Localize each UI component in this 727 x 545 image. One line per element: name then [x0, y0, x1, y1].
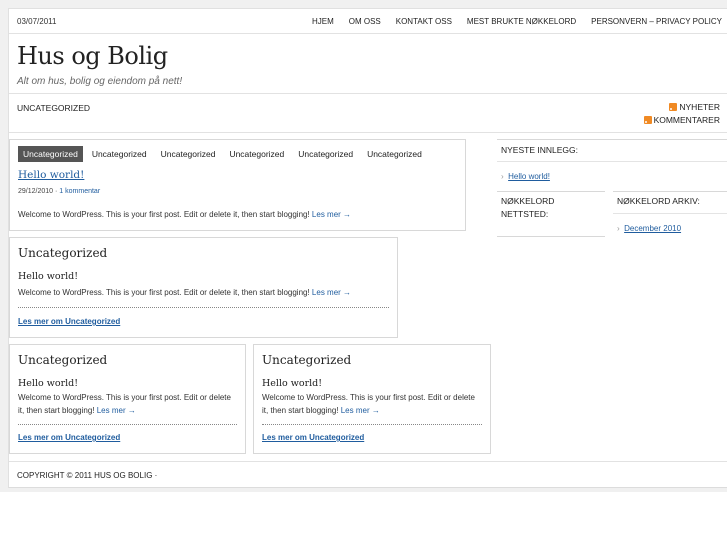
rss-icon: [643, 116, 652, 124]
tab-uncategorized-6[interactable]: Uncategorized: [362, 146, 427, 162]
category-card-wide: Uncategorized Hello world! Welcome to Wo…: [9, 237, 398, 338]
card-excerpt: Welcome to WordPress. This is your first…: [18, 391, 238, 417]
category-more-link[interactable]: Les mer om Uncategorized: [262, 433, 364, 442]
nav-item-home[interactable]: HJEM: [312, 17, 334, 26]
nav-item-privacy[interactable]: PERSONVERN – PRIVACY POLICY: [591, 17, 722, 26]
category-bar: UNCATEGORIZED NYHETER KOMMENTARER: [9, 93, 727, 133]
read-more-link[interactable]: Les mer →: [97, 406, 136, 415]
recent-posts-list: › Hello world!: [497, 161, 727, 184]
nav-item-keywords[interactable]: MEST BRUKTE NØKKELORD: [467, 17, 576, 26]
recent-posts-heading: NYESTE INNLEGG:: [501, 145, 578, 155]
comments-link[interactable]: 1 kommentar: [59, 188, 100, 195]
category-link[interactable]: UNCATEGORIZED: [17, 103, 90, 113]
news-feed-link[interactable]: NYHETER: [644, 101, 720, 114]
top-navigation: HJEM OM OSS KONTAKT OSS MEST BRUKTE NØKK…: [312, 17, 722, 26]
recent-posts-widget: NYESTE INNLEGG: › Hello world!: [497, 139, 727, 192]
card-post-title[interactable]: Hello world!: [18, 378, 78, 389]
footer: COPYRIGHT © 2011 HUS OG BOLIG ·: [9, 461, 727, 487]
feed-links: NYHETER KOMMENTARER: [643, 101, 720, 127]
featured-post-title[interactable]: Hello world!: [18, 169, 84, 181]
site-wrapper: 03/07/2011 HJEM OM OSS KONTAKT OSS MEST …: [8, 8, 727, 488]
category-card-left: Uncategorized Hello world! Welcome to Wo…: [9, 344, 246, 454]
keywords-heading: NØKKELORD NETTSTED:: [501, 196, 555, 219]
read-more-link[interactable]: Les mer →: [312, 210, 351, 219]
card-heading[interactable]: Uncategorized: [18, 353, 107, 367]
tab-uncategorized-3[interactable]: Uncategorized: [156, 146, 221, 162]
card-excerpt: Welcome to WordPress. This is your first…: [262, 391, 482, 417]
bullet-icon: ›: [501, 172, 504, 181]
comments-feed-label: KOMMENTARER: [653, 115, 720, 125]
card-post-title[interactable]: Hello world!: [18, 271, 78, 282]
site-title[interactable]: Hus og Bolig: [17, 42, 168, 70]
site-tagline: Alt om hus, bolig og eiendom på nett!: [17, 76, 183, 87]
copyright-text: COPYRIGHT © 2011 HUS OG BOLIG ·: [17, 471, 158, 480]
read-more-link[interactable]: Les mer →: [341, 406, 380, 415]
bullet-icon: ›: [617, 224, 620, 233]
featured-post-box: Uncategorized Uncategorized Uncategorize…: [9, 139, 466, 231]
post-excerpt: Welcome to WordPress. This is your first…: [18, 208, 351, 221]
dotted-divider: [18, 307, 389, 308]
excerpt-text: Welcome to WordPress. This is your first…: [18, 288, 310, 297]
recent-post-link[interactable]: Hello world!: [508, 172, 550, 181]
category-card-right: Uncategorized Hello world! Welcome to Wo…: [253, 344, 491, 454]
keywords-widget: NØKKELORD NETTSTED:: [497, 191, 605, 237]
card-heading[interactable]: Uncategorized: [262, 353, 351, 367]
read-more-link[interactable]: Les mer →: [312, 288, 351, 297]
archive-list: › December 2010: [613, 213, 727, 236]
tab-uncategorized-1[interactable]: Uncategorized: [18, 146, 83, 162]
comments-feed-link[interactable]: KOMMENTARER: [643, 114, 720, 127]
tab-uncategorized-5[interactable]: Uncategorized: [293, 146, 358, 162]
category-more-link[interactable]: Les mer om Uncategorized: [18, 317, 120, 326]
dotted-divider: [18, 424, 237, 425]
nav-item-about[interactable]: OM OSS: [349, 17, 381, 26]
card-heading[interactable]: Uncategorized: [18, 246, 107, 260]
card-post-title[interactable]: Hello world!: [262, 378, 322, 389]
post-meta: 29/12/2010 · 1 kommentar: [18, 188, 100, 195]
archive-widget: NØKKELORD ARKIV: › December 2010: [613, 191, 727, 238]
post-date: 29/12/2010: [18, 188, 54, 195]
rss-icon: [669, 103, 678, 111]
sidebar: NYESTE INNLEGG: › Hello world! NØKKELORD…: [497, 139, 727, 237]
news-feed-label: NYHETER: [679, 102, 720, 112]
tab-uncategorized-2[interactable]: Uncategorized: [87, 146, 152, 162]
category-more-link[interactable]: Les mer om Uncategorized: [18, 433, 120, 442]
current-date: 03/07/2011: [17, 17, 57, 26]
tab-uncategorized-4[interactable]: Uncategorized: [224, 146, 289, 162]
category-tabs: Uncategorized Uncategorized Uncategorize…: [18, 146, 431, 162]
top-bar: 03/07/2011 HJEM OM OSS KONTAKT OSS MEST …: [9, 9, 727, 34]
meta-separator: ·: [55, 188, 58, 195]
dotted-divider: [262, 424, 482, 425]
excerpt-text: Welcome to WordPress. This is your first…: [18, 210, 310, 219]
nav-item-contact[interactable]: KONTAKT OSS: [396, 17, 452, 26]
archive-heading: NØKKELORD ARKIV:: [617, 196, 700, 206]
card-excerpt: Welcome to WordPress. This is your first…: [18, 286, 351, 299]
archive-link[interactable]: December 2010: [624, 224, 681, 233]
page-background: 03/07/2011 HJEM OM OSS KONTAKT OSS MEST …: [0, 0, 727, 492]
